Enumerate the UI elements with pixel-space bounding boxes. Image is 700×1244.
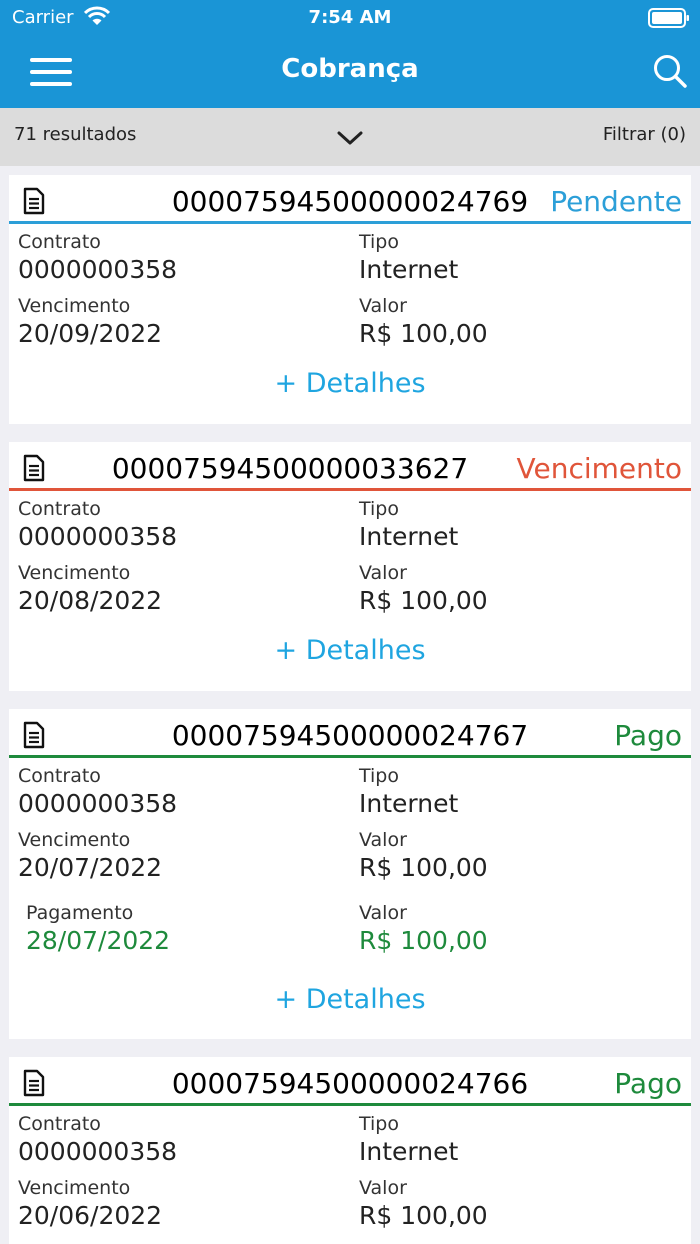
due-date-value: 20/06/2022 (18, 1201, 163, 1230)
type-value: Internet (359, 255, 459, 284)
amount-value: R$ 100,00 (359, 1201, 488, 1230)
status-time: 7:54 AM (308, 7, 392, 28)
type-value: Internet (359, 1137, 459, 1166)
type-value: Internet (359, 522, 459, 551)
due-date-value: 20/07/2022 (18, 853, 163, 882)
amount-label: Valor (359, 1177, 407, 1199)
card-header: 00007594500000024766 Pago (9, 1057, 691, 1106)
contract-value: 0000000358 (18, 1137, 178, 1166)
card-header: 00007594500000033627 Vencimento (9, 442, 691, 491)
status-badge: Pendente (550, 185, 682, 218)
due-date-label: Vencimento (18, 1177, 131, 1199)
amount-label: Valor (359, 295, 407, 317)
invoice-number: 00007594500000024767 (171, 719, 529, 752)
invoice-number: 00007594500000033627 (111, 452, 469, 485)
type-label: Tipo (359, 1113, 399, 1135)
type-label: Tipo (359, 231, 399, 253)
invoice-card[interactable]: 00007594500000024767 Pago Contrato 00000… (9, 709, 691, 1039)
app-header: Carrier 7:54 AM Cobrança (0, 0, 700, 108)
results-count: 71 resultados (14, 124, 137, 145)
contract-label: Contrato (18, 765, 101, 787)
contract-value: 0000000358 (18, 522, 178, 551)
chevron-down-icon[interactable] (337, 130, 363, 146)
contract-value: 0000000358 (18, 789, 178, 818)
due-date-label: Vencimento (18, 562, 131, 584)
contract-label: Contrato (18, 1113, 101, 1135)
details-link[interactable]: + Detalhes (9, 368, 691, 399)
page-title: Cobrança (281, 54, 419, 84)
paid-amount-value: R$ 100,00 (359, 926, 488, 955)
payment-date-label: Pagamento (26, 902, 134, 924)
type-value: Internet (359, 789, 459, 818)
invoice-card[interactable]: 00007594500000033627 Vencimento Contrato… (9, 442, 691, 691)
search-icon[interactable] (652, 53, 688, 89)
nav-bar: Cobrança (0, 36, 700, 108)
status-badge: Vencimento (516, 452, 682, 485)
type-label: Tipo (359, 498, 399, 520)
due-date-value: 20/09/2022 (18, 319, 163, 348)
amount-label: Valor (359, 562, 407, 584)
details-link[interactable]: + Detalhes (9, 984, 691, 1015)
invoice-number: 00007594500000024766 (171, 1067, 529, 1100)
amount-value: R$ 100,00 (359, 319, 488, 348)
due-date-label: Vencimento (18, 829, 131, 851)
details-link[interactable]: + Detalhes (9, 635, 691, 666)
invoice-card[interactable]: 00007594500000024769 Pendente Contrato 0… (9, 175, 691, 424)
paid-amount-label: Valor (359, 902, 407, 924)
due-date-label: Vencimento (18, 295, 131, 317)
contract-label: Contrato (18, 498, 101, 520)
amount-label: Valor (359, 829, 407, 851)
status-badge: Pago (614, 1067, 682, 1100)
payment-date-value: 28/07/2022 (26, 926, 171, 955)
card-header: 00007594500000024767 Pago (9, 709, 691, 758)
card-header: 00007594500000024769 Pendente (9, 175, 691, 224)
invoice-card[interactable]: 00007594500000024766 Pago Contrato 00000… (9, 1057, 691, 1244)
amount-value: R$ 100,00 (359, 586, 488, 615)
filter-button[interactable]: Filtrar (0) (603, 124, 686, 145)
results-bar: 71 resultados Filtrar (0) (0, 108, 700, 166)
type-label: Tipo (359, 765, 399, 787)
status-bar: Carrier 7:54 AM (0, 0, 700, 36)
contract-label: Contrato (18, 231, 101, 253)
amount-value: R$ 100,00 (359, 853, 488, 882)
due-date-value: 20/08/2022 (18, 586, 163, 615)
contract-value: 0000000358 (18, 255, 178, 284)
status-badge: Pago (614, 719, 682, 752)
battery-icon (648, 8, 689, 28)
